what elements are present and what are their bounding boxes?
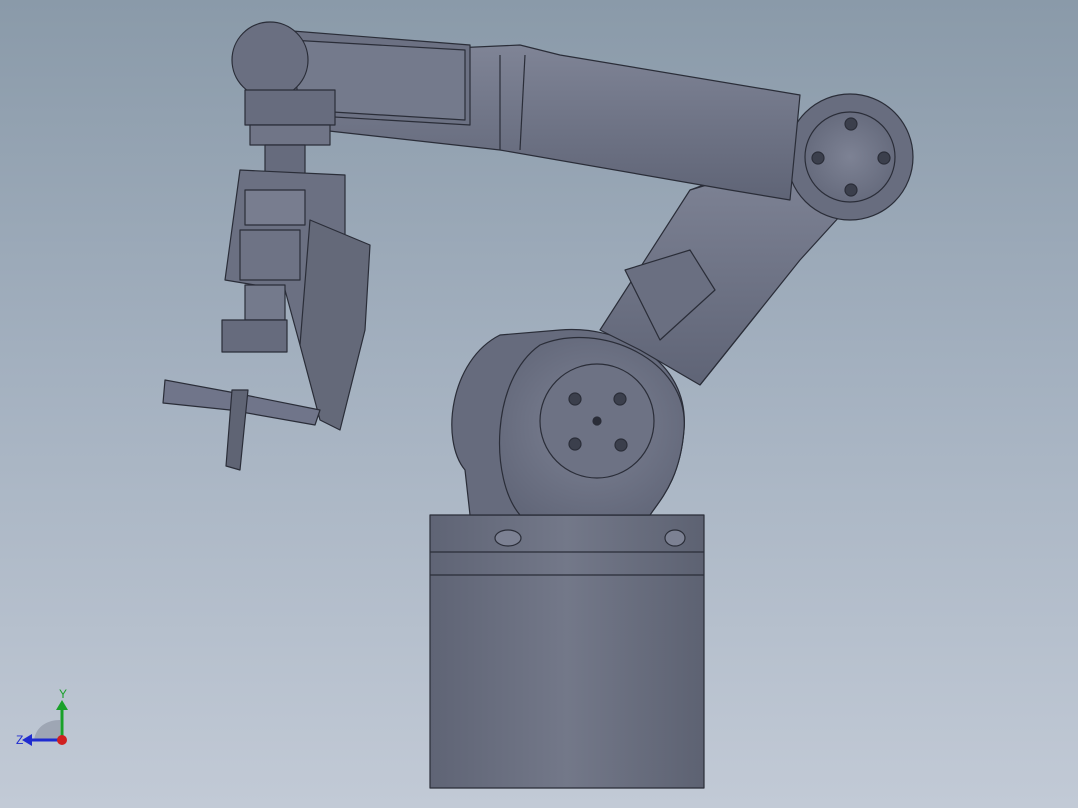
drill-end-effector xyxy=(162,169,371,471)
y-axis-head xyxy=(56,700,68,710)
z-axis-head xyxy=(22,734,32,746)
robot-arm-model[interactable] xyxy=(0,0,1078,808)
z-axis-label: Z xyxy=(16,733,23,747)
base-cylinder xyxy=(429,514,705,789)
x-axis-dot xyxy=(57,735,67,745)
axis-triad: Y Z xyxy=(16,687,68,747)
y-axis-label: Y xyxy=(59,687,67,701)
elbow-joint xyxy=(786,93,914,221)
cad-viewport[interactable]: Y Z xyxy=(0,0,1078,808)
shoulder-housing xyxy=(451,328,685,516)
upper-arm-link xyxy=(279,29,801,201)
